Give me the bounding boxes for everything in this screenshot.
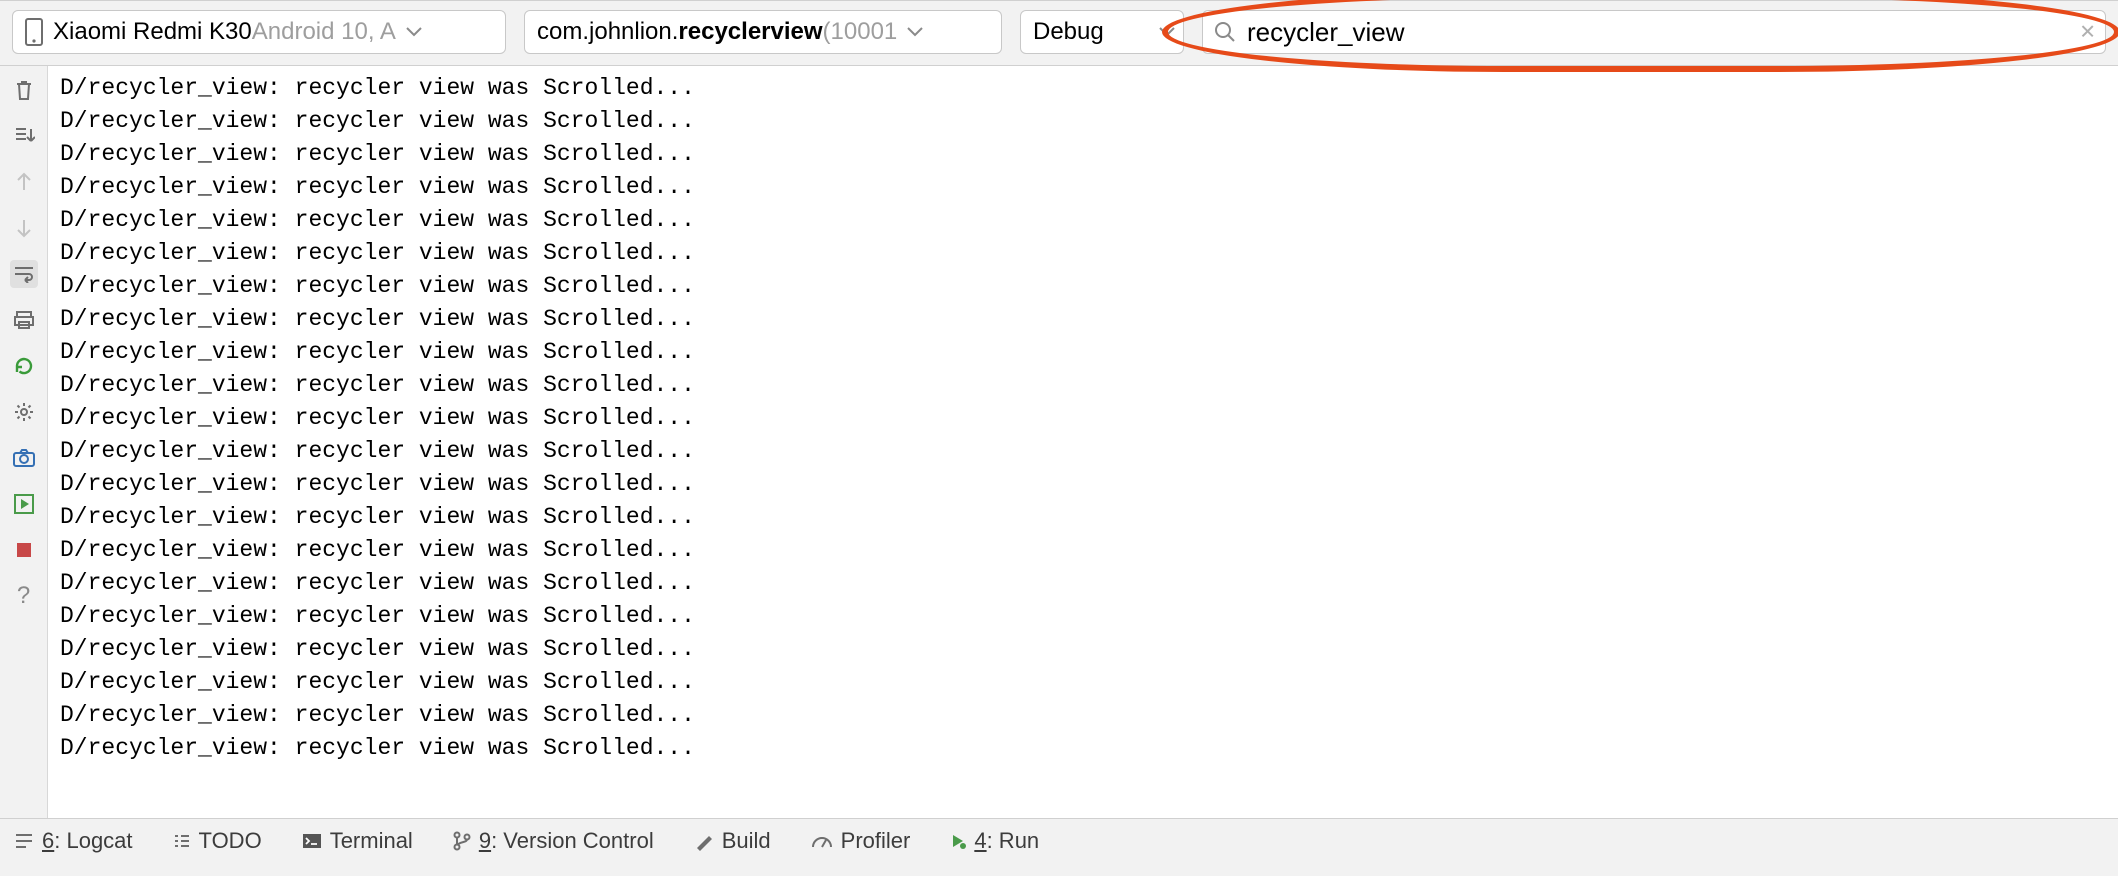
search-field-wrapper: ✕ xyxy=(1202,10,2106,54)
logcat-search-box[interactable]: ✕ xyxy=(1202,10,2106,54)
tab-logcat-label: : Logcat xyxy=(54,828,132,853)
tool-window-bar: 6: Logcat TODO Terminal 9: Version Contr… xyxy=(0,818,2118,862)
log-line: D/recycler_view: recycler view was Scrol… xyxy=(60,171,2118,204)
tab-logcat-mnemonic: 6 xyxy=(42,828,54,853)
log-line: D/recycler_view: recycler view was Scrol… xyxy=(60,699,2118,732)
search-input[interactable] xyxy=(1247,17,2071,48)
device-selector[interactable]: Xiaomi Redmi K30 Android 10, A xyxy=(12,10,506,54)
tab-run-label: : Run xyxy=(987,828,1040,853)
device-name: Xiaomi Redmi K30 xyxy=(53,18,252,46)
terminal-icon xyxy=(302,833,322,849)
log-line: D/recycler_view: recycler view was Scrol… xyxy=(60,105,2118,138)
tab-vcs-label: : Version Control xyxy=(491,828,654,853)
help-icon[interactable]: ? xyxy=(10,582,38,610)
log-output[interactable]: D/recycler_view: recycler view was Scrol… xyxy=(48,66,2118,818)
log-line: D/recycler_view: recycler view was Scrol… xyxy=(60,567,2118,600)
tab-version-control[interactable]: 9: Version Control xyxy=(447,828,660,854)
tab-todo[interactable]: TODO xyxy=(167,828,268,854)
log-line: D/recycler_view: recycler view was Scrol… xyxy=(60,270,2118,303)
log-line: D/recycler_view: recycler view was Scrol… xyxy=(60,732,2118,765)
tab-vcs-mnemonic: 9 xyxy=(479,828,491,853)
log-line: D/recycler_view: recycler view was Scrol… xyxy=(60,633,2118,666)
process-selector[interactable]: com.johnlion.recyclerview (10001 xyxy=(524,10,1002,54)
log-line: D/recycler_view: recycler view was Scrol… xyxy=(60,237,2118,270)
log-line: D/recycler_view: recycler view was Scrol… xyxy=(60,534,2118,567)
search-icon xyxy=(1214,21,1236,43)
log-line: D/recycler_view: recycler view was Scrol… xyxy=(60,402,2118,435)
tab-run-mnemonic: 4 xyxy=(974,828,986,853)
scroll-to-end-icon[interactable] xyxy=(10,122,38,150)
trash-icon[interactable] xyxy=(10,76,38,104)
tab-run[interactable]: 4: Run xyxy=(944,828,1045,854)
device-os: Android 10, A xyxy=(252,18,396,46)
logcat-filter-bar: Xiaomi Redmi K30 Android 10, A com.johnl… xyxy=(0,0,2118,66)
restart-icon[interactable] xyxy=(10,352,38,380)
logcat-body: ? D/recycler_view: recycler view was Scr… xyxy=(0,66,2118,818)
tab-profiler[interactable]: Profiler xyxy=(805,828,917,854)
log-line: D/recycler_view: recycler view was Scrol… xyxy=(60,666,2118,699)
settings-icon[interactable] xyxy=(10,398,38,426)
process-pkg-name: recyclerview xyxy=(678,18,822,46)
branch-icon xyxy=(453,831,471,851)
log-line: D/recycler_view: recycler view was Scrol… xyxy=(60,138,2118,171)
process-pid: (10001 xyxy=(823,18,898,46)
clear-icon[interactable]: ✕ xyxy=(2079,20,2096,45)
process-pkg-prefix: com.johnlion. xyxy=(537,18,678,46)
logcat-side-toolbar: ? xyxy=(0,66,48,818)
log-line: D/recycler_view: recycler view was Scrol… xyxy=(60,468,2118,501)
chevron-down-icon xyxy=(907,27,923,37)
log-level-selector[interactable]: Debug xyxy=(1020,10,1184,54)
gauge-icon xyxy=(811,833,833,849)
log-line: D/recycler_view: recycler view was Scrol… xyxy=(60,600,2118,633)
tab-todo-label: TODO xyxy=(199,828,262,854)
stop-icon[interactable] xyxy=(10,536,38,564)
soft-wrap-icon[interactable] xyxy=(10,260,38,288)
log-line: D/recycler_view: recycler view was Scrol… xyxy=(60,303,2118,336)
tab-logcat[interactable]: 6: Logcat xyxy=(8,828,139,854)
down-arrow-icon[interactable] xyxy=(10,214,38,242)
play-icon xyxy=(950,833,966,849)
log-line: D/recycler_view: recycler view was Scrol… xyxy=(60,72,2118,105)
logcat-icon xyxy=(14,833,34,849)
up-arrow-icon[interactable] xyxy=(10,168,38,196)
phone-icon xyxy=(25,18,43,46)
log-line: D/recycler_view: recycler view was Scrol… xyxy=(60,435,2118,468)
log-level-label: Debug xyxy=(1033,18,1104,46)
tab-terminal-label: Terminal xyxy=(330,828,413,854)
chevron-down-icon xyxy=(406,27,422,37)
chevron-down-icon xyxy=(1159,27,1175,37)
log-line: D/recycler_view: recycler view was Scrol… xyxy=(60,336,2118,369)
tab-build[interactable]: Build xyxy=(688,828,777,854)
hammer-icon xyxy=(694,831,714,851)
log-line: D/recycler_view: recycler view was Scrol… xyxy=(60,501,2118,534)
tab-build-label: Build xyxy=(722,828,771,854)
screenshot-icon[interactable] xyxy=(10,444,38,472)
tab-profiler-label: Profiler xyxy=(841,828,911,854)
log-line: D/recycler_view: recycler view was Scrol… xyxy=(60,204,2118,237)
todo-icon xyxy=(173,833,191,849)
tab-terminal[interactable]: Terminal xyxy=(296,828,419,854)
print-icon[interactable] xyxy=(10,306,38,334)
log-line: D/recycler_view: recycler view was Scrol… xyxy=(60,369,2118,402)
run-icon[interactable] xyxy=(10,490,38,518)
